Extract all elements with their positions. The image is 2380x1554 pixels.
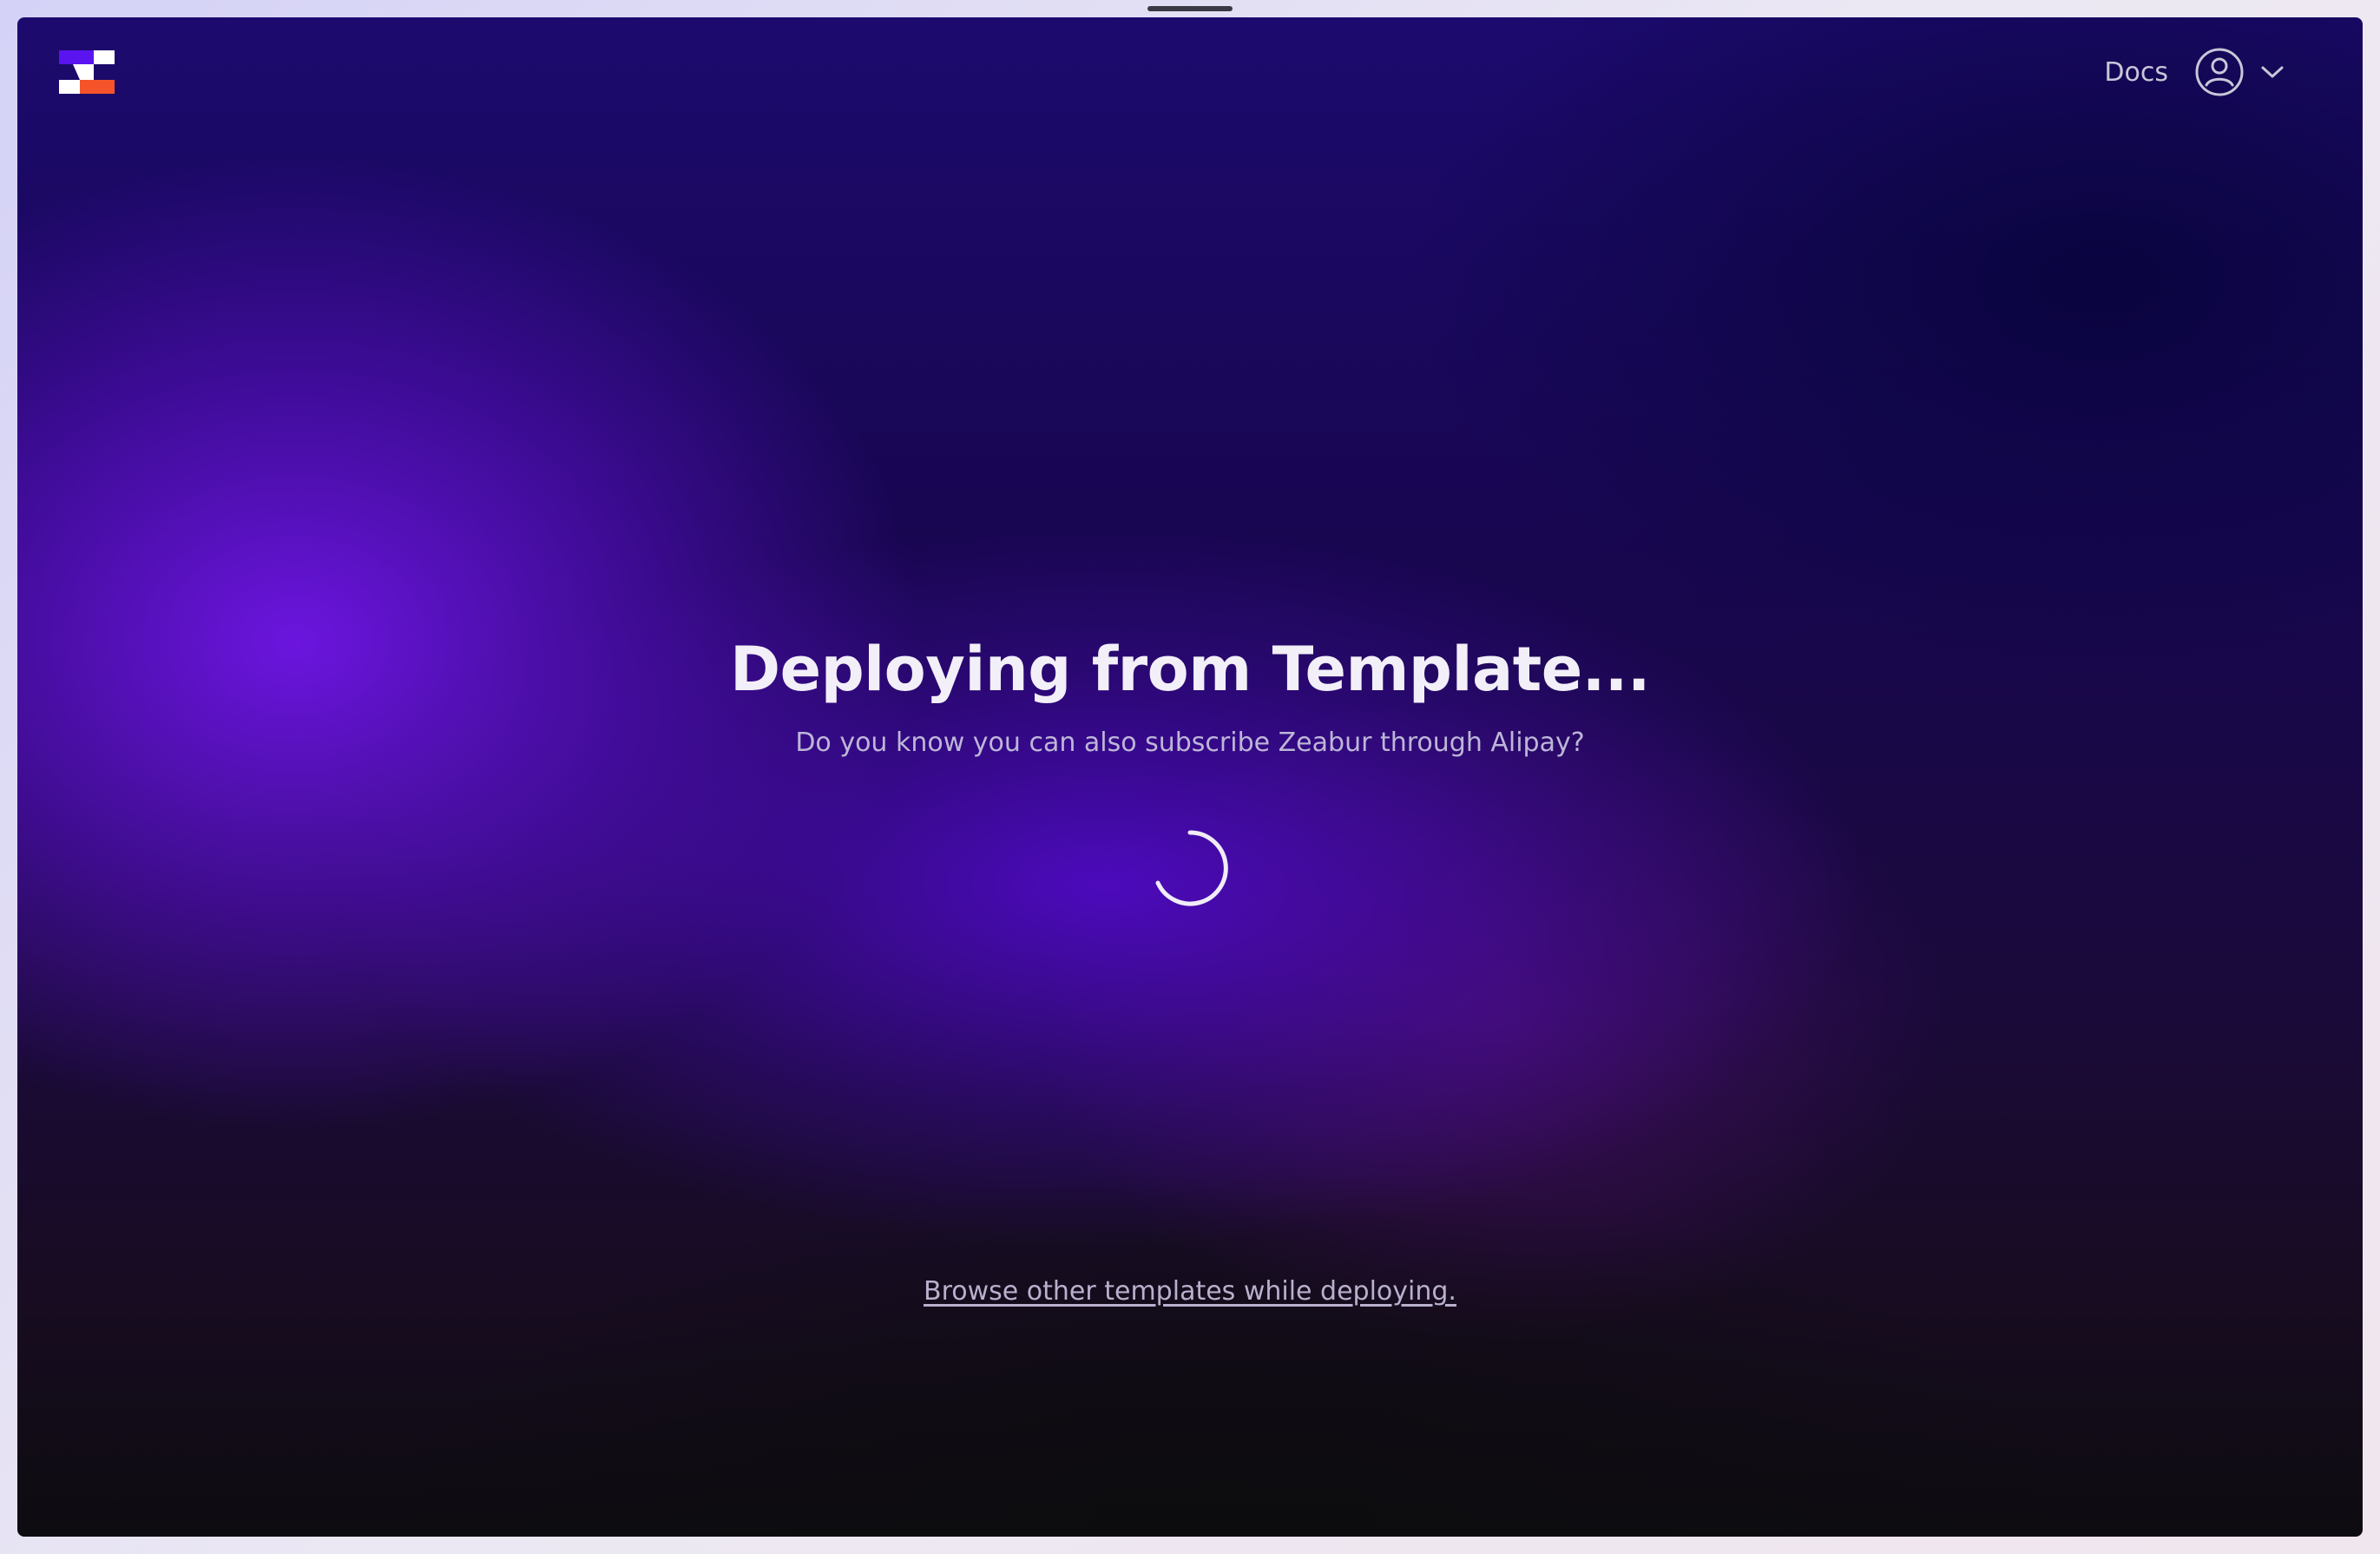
top-navigation: Docs <box>2104 47 2285 97</box>
desktop-frame: Docs Deploying from Template... Do you k… <box>0 0 2380 1554</box>
deploy-status: Deploying from Template... Do you know y… <box>17 634 2363 758</box>
page-title: Deploying from Template... <box>729 634 1651 705</box>
tip-text: Do you know you can also subscribe Zeabu… <box>795 728 1585 758</box>
app-window: Docs Deploying from Template... Do you k… <box>17 17 2363 1537</box>
zeabur-logo-icon[interactable] <box>59 50 115 94</box>
loading-spinner-icon <box>1155 830 1228 906</box>
user-circle-icon <box>2195 48 2244 96</box>
window-drag-handle[interactable] <box>1147 6 1233 11</box>
docs-link[interactable]: Docs <box>2104 57 2168 88</box>
chevron-down-icon <box>2261 66 2284 78</box>
browse-templates-container: Browse other templates while deploying. <box>17 1276 2363 1307</box>
user-menu-button[interactable] <box>2194 47 2285 97</box>
browse-templates-link[interactable]: Browse other templates while deploying. <box>924 1276 1456 1307</box>
